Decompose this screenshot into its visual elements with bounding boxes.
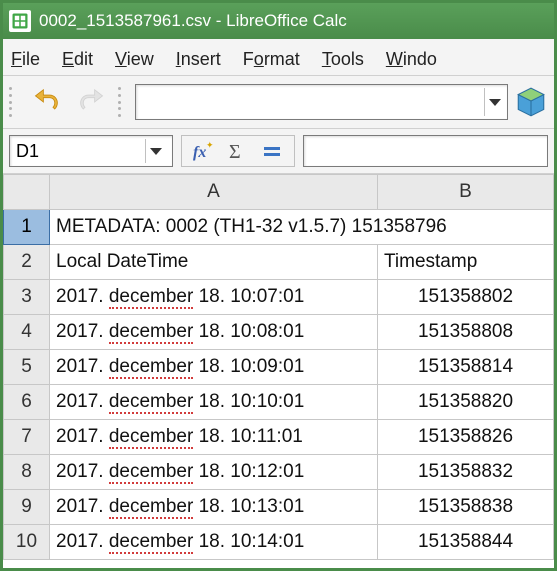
undo-button[interactable] [26, 82, 66, 122]
row-header[interactable]: 7 [4, 420, 50, 455]
cell[interactable]: 151358826 [378, 420, 554, 455]
row-header[interactable]: 9 [4, 490, 50, 525]
formula-bar: D1 fx✦ Σ [3, 129, 554, 174]
row-header[interactable]: 3 [4, 280, 50, 315]
row-header[interactable]: 4 [4, 315, 50, 350]
row-1: 1 METADATA: 0002 (TH1-32 v1.5.7) 1513587… [4, 210, 554, 245]
svg-text:Σ: Σ [229, 141, 241, 163]
cell[interactable]: 151358814 [378, 350, 554, 385]
title-bar: 0002_1513587961.csv - LibreOffice Calc [3, 3, 554, 39]
formula-buttons: fx✦ Σ [181, 135, 295, 167]
app-window: 0002_1513587961.csv - LibreOffice Calc F… [0, 0, 557, 571]
redo-button[interactable] [72, 82, 112, 122]
cell[interactable]: 2017. december 18. 10:12:01 [50, 455, 378, 490]
toolbar-grip-2 [118, 87, 125, 117]
menu-bar: File Edit View Insert Format Tools Windo [3, 39, 554, 76]
row-5: 5 2017. december 18. 10:09:01 151358814 [4, 350, 554, 385]
menu-insert[interactable]: Insert [176, 49, 221, 70]
cell[interactable]: 2017. december 18. 10:11:01 [50, 420, 378, 455]
row-8: 8 2017. december 18. 10:12:01 151358832 [4, 455, 554, 490]
cell[interactable]: 2017. december 18. 10:13:01 [50, 490, 378, 525]
row-6: 6 2017. december 18. 10:10:01 151358820 [4, 385, 554, 420]
row-7: 7 2017. december 18. 10:11:01 151358826 [4, 420, 554, 455]
undo-icon [32, 88, 60, 116]
menu-tools[interactable]: Tools [322, 49, 364, 70]
row-header[interactable]: 10 [4, 525, 50, 560]
cell[interactable]: 151358844 [378, 525, 554, 560]
sigma-icon: Σ [226, 139, 250, 163]
cell[interactable]: 2017. december 18. 10:10:01 [50, 385, 378, 420]
row-10: 10 2017. december 18. 10:14:01 151358844 [4, 525, 554, 560]
col-header-A[interactable]: A [50, 175, 378, 210]
menu-edit[interactable]: Edit [62, 49, 93, 70]
name-box-value: D1 [16, 141, 39, 162]
cell[interactable]: Timestamp [378, 245, 554, 280]
chevron-down-icon [484, 88, 505, 116]
sum-button[interactable]: Σ [226, 139, 250, 163]
name-box[interactable]: D1 [9, 135, 173, 167]
row-header[interactable]: 8 [4, 455, 50, 490]
row-3: 3 2017. december 18. 10:07:01 151358802 [4, 280, 554, 315]
cell[interactable]: 151358802 [378, 280, 554, 315]
toolbar-grip [9, 87, 16, 117]
equals-button[interactable] [260, 139, 284, 163]
cell[interactable]: METADATA: 0002 (TH1-32 v1.5.7) 151358796 [50, 210, 554, 245]
fx-icon: fx✦ [192, 139, 216, 163]
menu-format[interactable]: Format [243, 49, 300, 70]
cell[interactable]: 151358808 [378, 315, 554, 350]
cell[interactable]: 151358820 [378, 385, 554, 420]
chevron-down-icon [145, 139, 166, 163]
select-all-corner[interactable] [4, 175, 50, 210]
toolbar [3, 76, 554, 129]
cell[interactable]: 151358838 [378, 490, 554, 525]
row-header[interactable]: 6 [4, 385, 50, 420]
menu-window[interactable]: Windo [386, 49, 437, 70]
font-name-combo[interactable] [135, 84, 508, 120]
col-header-B[interactable]: B [378, 175, 554, 210]
row-2: 2 Local DateTime Timestamp [4, 245, 554, 280]
row-header[interactable]: 5 [4, 350, 50, 385]
spreadsheet-grid[interactable]: A B 1 METADATA: 0002 (TH1-32 v1.5.7) 151… [3, 174, 554, 568]
cube-icon [514, 85, 548, 119]
window-title: 0002_1513587961.csv - LibreOffice Calc [39, 11, 347, 31]
row-header[interactable]: 2 [4, 245, 50, 280]
cell[interactable]: 2017. december 18. 10:08:01 [50, 315, 378, 350]
app-icon [9, 10, 31, 32]
equals-icon [260, 139, 284, 163]
cell[interactable]: 2017. december 18. 10:14:01 [50, 525, 378, 560]
column-header-row: A B [4, 175, 554, 210]
redo-icon [78, 88, 106, 116]
row-4: 4 2017. december 18. 10:08:01 151358808 [4, 315, 554, 350]
function-wizard-button[interactable]: fx✦ [192, 139, 216, 163]
formula-input[interactable] [303, 135, 548, 167]
cell[interactable]: Local DateTime [50, 245, 378, 280]
row-header[interactable]: 1 [4, 210, 50, 245]
row-9: 9 2017. december 18. 10:13:01 151358838 [4, 490, 554, 525]
cell[interactable]: 151358832 [378, 455, 554, 490]
cell[interactable]: 2017. december 18. 10:07:01 [50, 280, 378, 315]
svg-text:fx: fx [193, 144, 206, 161]
extension-button[interactable] [514, 83, 548, 121]
menu-file[interactable]: File [11, 49, 40, 70]
cell[interactable]: 2017. december 18. 10:09:01 [50, 350, 378, 385]
menu-view[interactable]: View [115, 49, 154, 70]
svg-text:✦: ✦ [206, 140, 214, 150]
